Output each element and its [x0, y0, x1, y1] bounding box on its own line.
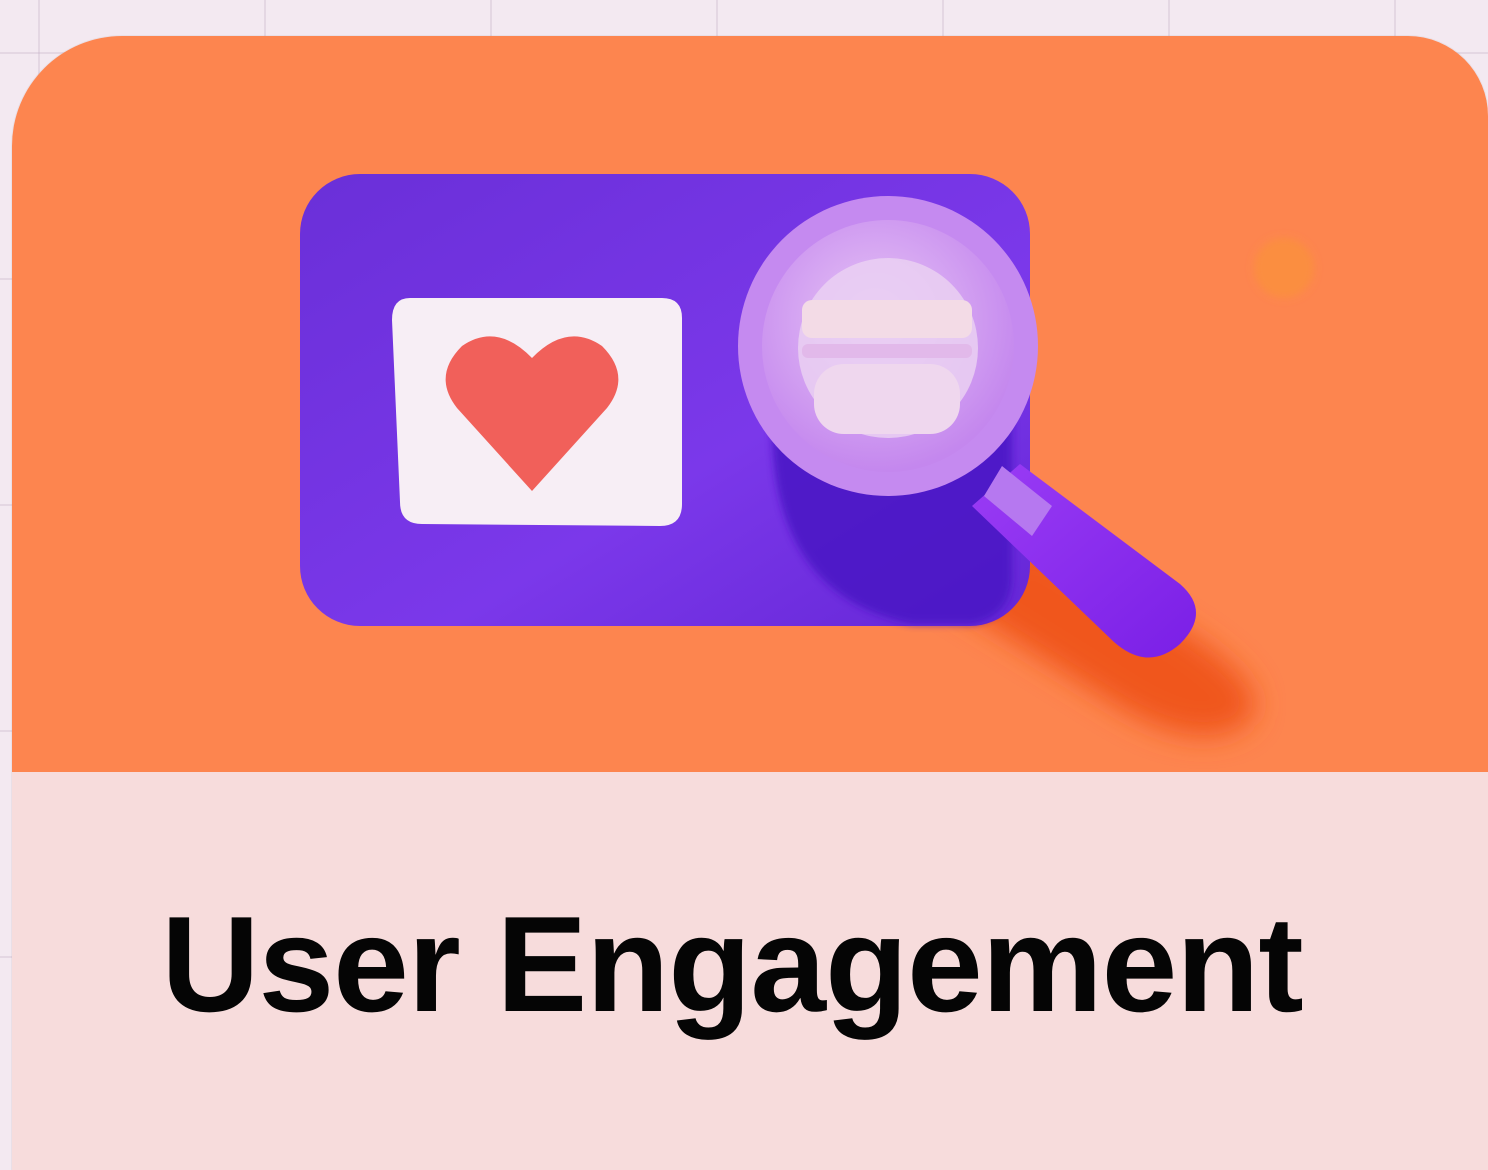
card-image-area: [12, 36, 1488, 772]
magnifier-lens-icon: [738, 196, 1038, 496]
engagement-illustration: [300, 174, 1314, 736]
user-engagement-card[interactable]: User Engagement: [12, 36, 1488, 1170]
accent-dot-icon: [1254, 238, 1314, 298]
heart-card: [392, 298, 682, 526]
card-title: User Engagement: [161, 888, 1303, 1040]
